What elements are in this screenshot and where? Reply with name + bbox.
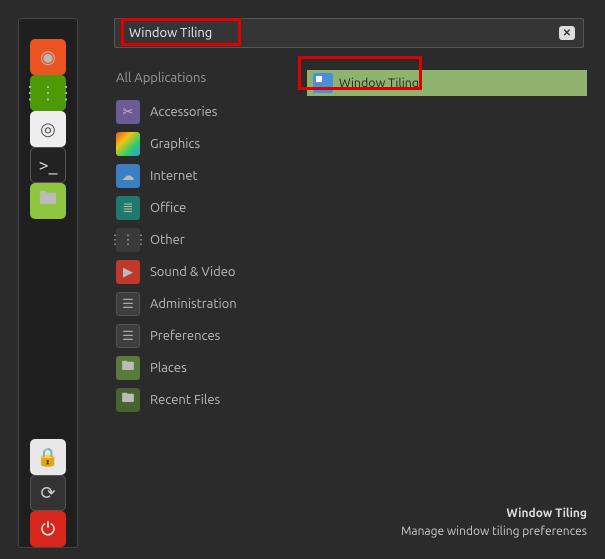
apps-icon[interactable]: ⋮⋮⋮ — [30, 75, 66, 111]
category-label: Administration — [150, 297, 237, 311]
category-item[interactable]: ☰ Administration — [114, 288, 277, 320]
category-icon: ☰ — [116, 324, 140, 348]
result-window-tiling[interactable]: Window Tiling — [307, 70, 587, 96]
category-icon: ≣ — [116, 196, 140, 220]
category-item[interactable]: ⋮⋮⋮ Other — [114, 224, 277, 256]
result-label: Window Tiling — [339, 76, 419, 90]
category-icon: 🖿 — [116, 356, 140, 380]
firefox-icon[interactable]: ◉ — [30, 39, 66, 75]
category-item[interactable]: ≣ Office — [114, 192, 277, 224]
settings-icon[interactable]: ◎ — [30, 111, 66, 147]
search-input[interactable] — [129, 26, 559, 40]
category-label: Office — [150, 201, 186, 215]
search-box: ✕ — [114, 18, 584, 48]
category-label: Preferences — [150, 329, 220, 343]
category-label: Places — [150, 361, 187, 375]
category-item[interactable]: ☰ Preferences — [114, 320, 277, 352]
category-label: Other — [150, 233, 185, 247]
categories-list: All Applications ✂ Accessories Graphics ☁ In… — [114, 66, 277, 416]
category-icon: ✂ — [116, 100, 140, 124]
window-tiling-icon — [313, 73, 333, 93]
category-item[interactable]: 🖿 Recent Files — [114, 384, 277, 416]
category-label: Graphics — [150, 137, 200, 151]
category-all[interactable]: All Applications — [114, 66, 277, 90]
category-label: Recent Files — [150, 393, 220, 407]
category-item[interactable]: ✂ Accessories — [114, 96, 277, 128]
footer-info: Window Tiling Manage window tiling prefe… — [401, 505, 587, 541]
results-column: Window Tiling — [307, 66, 587, 416]
category-icon: ⋮⋮⋮ — [116, 228, 140, 252]
category-icon: 🖿 — [116, 388, 140, 412]
category-icon: ☰ — [116, 292, 140, 316]
logout-icon[interactable]: ⟳ — [30, 475, 66, 511]
category-label: Sound & Video — [150, 265, 236, 279]
category-icon — [116, 132, 140, 156]
side-panel: ◉⋮⋮⋮◎>_🖿 🔒⟳⏻ — [18, 18, 78, 548]
category-item[interactable]: ☁ Internet — [114, 160, 277, 192]
menu-main: ✕ All Applications ✂ Accessories Graphics ☁… — [114, 18, 587, 541]
category-item[interactable]: 🖿 Places — [114, 352, 277, 384]
files-icon[interactable]: 🖿 — [30, 183, 66, 219]
category-icon: ▶ — [116, 260, 140, 284]
category-item[interactable]: Graphics — [114, 128, 277, 160]
footer-desc: Manage window tiling preferences — [401, 523, 587, 541]
category-item[interactable]: ▶ Sound & Video — [114, 256, 277, 288]
terminal-icon[interactable]: >_ — [30, 147, 66, 183]
category-icon: ☁ — [116, 164, 140, 188]
lock-icon[interactable]: 🔒 — [30, 439, 66, 475]
category-label: Accessories — [150, 105, 217, 119]
category-label: All Applications — [116, 71, 206, 85]
category-label: Internet — [150, 169, 198, 183]
clear-search-icon[interactable]: ✕ — [559, 26, 575, 40]
footer-title: Window Tiling — [401, 505, 587, 523]
power-icon[interactable]: ⏻ — [30, 511, 66, 547]
